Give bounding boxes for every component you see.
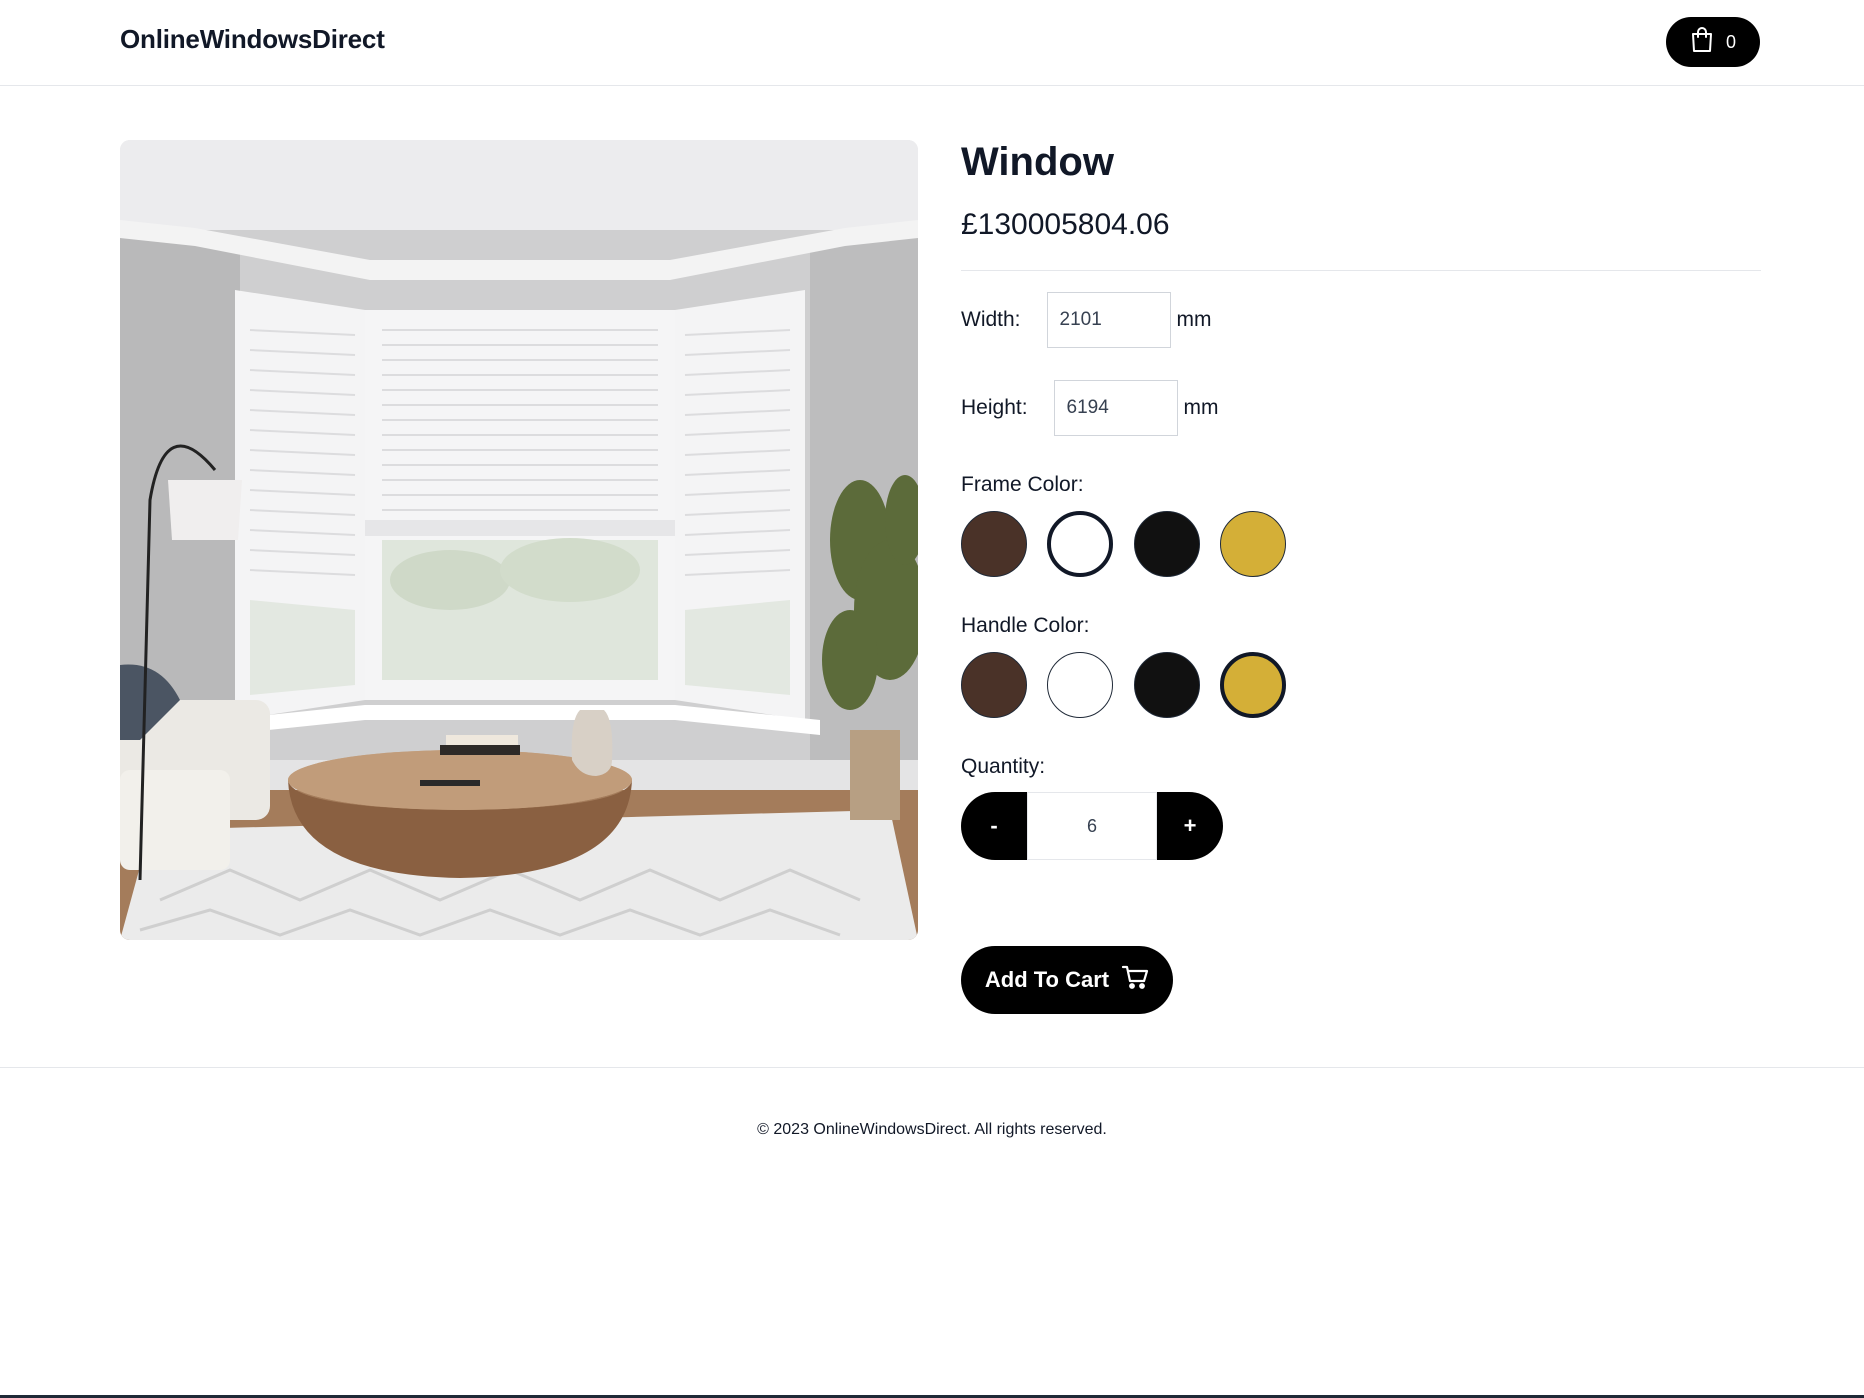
frame-color-swatch-white[interactable]	[1047, 511, 1113, 577]
frame-color-label: Frame Color:	[961, 473, 1084, 496]
handle-color-swatch-gold[interactable]	[1220, 652, 1286, 718]
quantity-decrease-button[interactable]: -	[961, 792, 1027, 860]
product-price: £130005804.06	[961, 208, 1170, 241]
frame-color-swatch-black[interactable]	[1134, 511, 1200, 577]
cart-button[interactable]: 0	[1666, 17, 1760, 67]
footer-copyright: © 2023 OnlineWindowsDirect. All rights r…	[757, 1121, 1107, 1138]
height-label: Height:	[961, 396, 1028, 419]
height-input[interactable]	[1053, 380, 1178, 436]
width-label: Width:	[961, 308, 1021, 331]
footer-divider	[0, 1067, 1864, 1068]
shopping-bag-icon	[1690, 26, 1714, 58]
handle-color-swatch-brown[interactable]	[961, 652, 1027, 718]
divider	[961, 270, 1761, 271]
quantity-stepper: - +	[961, 792, 1223, 860]
width-unit: mm	[1176, 308, 1212, 331]
handle-color-label: Handle Color:	[961, 614, 1090, 637]
width-input[interactable]	[1046, 292, 1171, 348]
width-row: Width: mm	[961, 292, 1212, 348]
frame-color-swatch-gold[interactable]	[1220, 511, 1286, 577]
cart-icon	[1121, 964, 1149, 996]
brand-logo[interactable]: OnlineWindowsDirect	[120, 24, 385, 55]
frame-color-swatch-brown[interactable]	[961, 511, 1027, 577]
product-title: Window	[961, 140, 1114, 184]
height-unit: mm	[1183, 396, 1219, 419]
handle-color-swatch-white[interactable]	[1047, 652, 1113, 718]
add-to-cart-label: Add To Cart	[984, 967, 1110, 992]
site-header: OnlineWindowsDirect 0	[0, 0, 1864, 86]
height-row: Height: mm	[961, 380, 1219, 436]
page: OnlineWindowsDirect 0 Window £130005804.…	[0, 0, 1864, 1398]
quantity-label: Quantity:	[961, 755, 1046, 778]
handle-color-swatch-black[interactable]	[1134, 652, 1200, 718]
add-to-cart-button[interactable]: Add To Cart	[961, 946, 1173, 1014]
quantity-input[interactable]	[1027, 792, 1157, 860]
quantity-increase-button[interactable]: +	[1157, 792, 1223, 860]
cart-count: 0	[1725, 31, 1736, 52]
product-image	[120, 140, 918, 940]
